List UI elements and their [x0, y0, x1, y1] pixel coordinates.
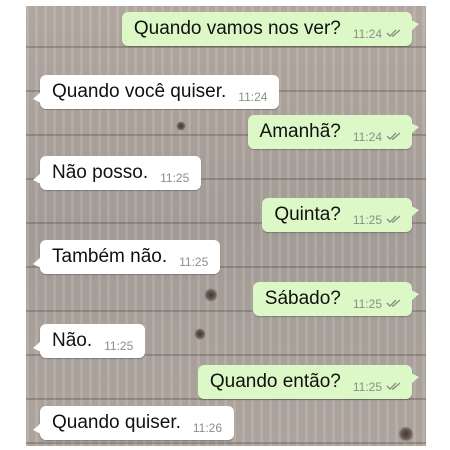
- message-text: Não.: [52, 330, 93, 351]
- message-timestamp: 11:25: [352, 380, 382, 394]
- message-text: Quando quiser.: [52, 412, 181, 433]
- message-timestamp: 11:25: [179, 255, 209, 269]
- wood-knot: [194, 328, 206, 340]
- message-timestamp: 11:24: [352, 27, 382, 41]
- message-timestamp: 11:25: [160, 171, 190, 185]
- message-outgoing[interactable]: Quinta? 11:25: [262, 198, 419, 232]
- message-text: Quando você quiser.: [52, 81, 227, 102]
- message-timestamp: 11:25: [104, 339, 134, 353]
- message-text: Quando então?: [209, 371, 341, 392]
- message-timestamp: 11:24: [352, 130, 382, 144]
- message-text: Quando vamos nos ver?: [133, 18, 341, 39]
- message-incoming[interactable]: Também não. 11:25: [32, 240, 221, 274]
- message-text: Sábado?: [264, 288, 341, 309]
- wood-knot: [398, 426, 414, 442]
- message-timestamp: 11:26: [192, 421, 223, 435]
- message-outgoing[interactable]: Quando vamos nos ver? 11:24: [121, 12, 420, 46]
- message-text: Amanhã?: [259, 121, 341, 142]
- message-timestamp: 11:25: [352, 297, 382, 311]
- message-outgoing[interactable]: Amanhã? 11:24: [247, 115, 420, 149]
- double-check-icon: [386, 295, 402, 313]
- message-text: Quinta?: [274, 204, 341, 225]
- double-check-icon: [386, 211, 402, 229]
- message-text: Não posso.: [52, 162, 149, 183]
- double-check-icon: [386, 128, 402, 146]
- double-check-icon: [386, 25, 402, 43]
- message-incoming[interactable]: Não. 11:25: [32, 324, 146, 358]
- double-check-icon: [386, 378, 402, 396]
- message-text: Também não.: [52, 246, 168, 267]
- message-timestamp: 11:24: [238, 90, 268, 104]
- message-incoming[interactable]: Não posso. 11:25: [32, 156, 202, 190]
- screenshot-frame: Quando vamos nos ver? 11:24 Quando você …: [0, 0, 450, 450]
- message-outgoing[interactable]: Sábado? 11:25: [252, 282, 420, 316]
- message-outgoing[interactable]: Quando então? 11:25: [197, 365, 420, 399]
- wood-knot: [176, 121, 186, 131]
- message-timestamp: 11:25: [352, 213, 382, 227]
- wood-knot: [204, 288, 218, 302]
- message-incoming[interactable]: Quando quiser. 11:26: [32, 406, 235, 440]
- message-incoming[interactable]: Quando você quiser. 11:24: [32, 75, 280, 109]
- chat-background: Quando vamos nos ver? 11:24 Quando você …: [26, 6, 426, 446]
